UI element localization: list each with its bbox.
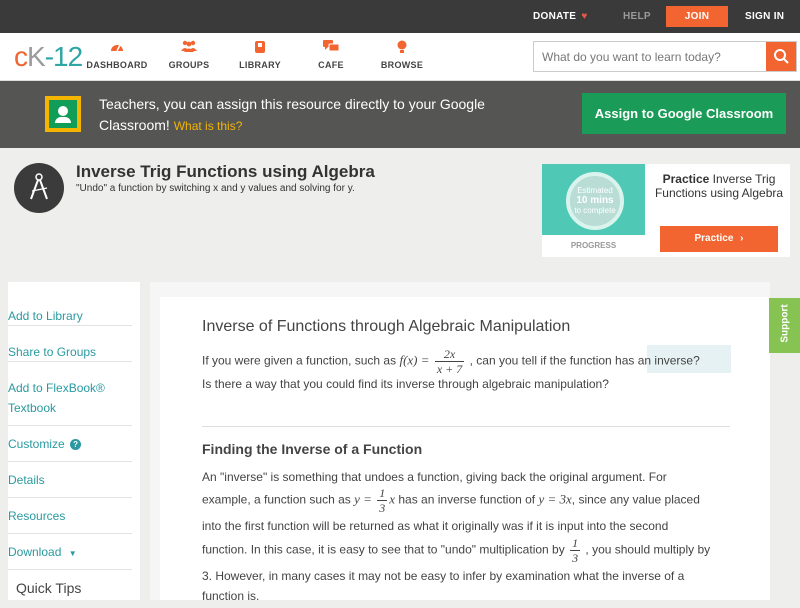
nav-cafe[interactable]: CAFE: [296, 40, 366, 70]
download-label: Download: [8, 545, 62, 559]
dashboard-icon: [82, 40, 152, 56]
google-classroom-icon: [45, 96, 81, 132]
sidebar-item-details[interactable]: Details: [8, 462, 132, 498]
para2-fraction: 13: [377, 486, 388, 515]
sidebar-item-add-to-library[interactable]: Add to Library: [8, 298, 132, 326]
estimated-mins: 10 mins: [576, 195, 614, 206]
help-question-icon[interactable]: ?: [70, 439, 82, 450]
content-subheading: Finding the Inverse of a Function: [202, 441, 423, 457]
intro-frac-num: 2x: [434, 347, 465, 362]
nav-groups-label: GROUPS: [168, 60, 210, 70]
to-complete-label: to complete: [574, 206, 616, 215]
para2-text-b: has an inverse function of: [398, 492, 536, 507]
nav-cafe-label: CAFE: [318, 60, 344, 70]
para4-frac-den: 3: [572, 551, 579, 565]
para-line-2: example, a function such as y = 13x has …: [202, 486, 742, 515]
para-line-6: function is.: [202, 589, 260, 603]
nav-dashboard[interactable]: DASHBOARD: [82, 40, 152, 70]
cafe-icon: [296, 40, 366, 56]
google-classroom-text: Teachers, you can assign this resource d…: [99, 96, 485, 133]
sidebar-item-add-to-flexbook[interactable]: Add to FlexBook® Textbook: [8, 372, 132, 426]
intro-fx: f(x) =: [399, 352, 430, 368]
google-classroom-message: Teachers, you can assign this resource d…: [99, 94, 519, 137]
practice-title: Practice Inverse Trig Functions using Al…: [652, 172, 786, 200]
divider: [202, 426, 730, 427]
intro-text-a: If you were given a function, such as: [202, 353, 397, 368]
concept-subtitle: "Undo" a function by switching x and y v…: [76, 183, 355, 194]
para2-x: x: [389, 491, 396, 507]
para4-fraction: 13: [570, 536, 581, 565]
customize-label: Customize: [8, 437, 65, 451]
sign-in-link[interactable]: SIGN IN: [745, 0, 784, 33]
assign-google-classroom-button[interactable]: Assign to Google Classroom: [582, 93, 786, 134]
sidebar-item-download[interactable]: Download ▼: [8, 534, 132, 570]
search-icon: [774, 49, 789, 64]
para2-y: y =: [354, 491, 372, 507]
quick-tips-heading: Quick Tips: [16, 580, 82, 596]
chevron-right-icon: ›: [740, 233, 744, 244]
join-button[interactable]: JOIN: [666, 6, 728, 27]
estimate-bubble: Estimated 10 mins to complete: [566, 172, 624, 230]
para2-frac-num: 1: [377, 486, 388, 501]
top-bar: DONATE ♥ HELP JOIN SIGN IN: [0, 0, 800, 33]
para4-text-b: , you should multiply by: [585, 542, 711, 557]
para2-inverse: y = 3x: [538, 491, 572, 507]
nav-dashboard-label: DASHBOARD: [86, 60, 148, 70]
para2-text-a: example, a function such as: [202, 492, 351, 507]
practice-title-bold: Practice: [662, 172, 710, 186]
donate-link[interactable]: DONATE ♥: [533, 0, 588, 33]
sidebar-item-customize[interactable]: Customize ?: [8, 426, 132, 462]
nav-browse-label: BROWSE: [380, 60, 424, 70]
nav-library[interactable]: LIBRARY: [225, 40, 295, 70]
para4-frac-num: 1: [570, 536, 581, 551]
nav-groups[interactable]: GROUPS: [154, 40, 224, 70]
heart-icon: ♥: [581, 11, 588, 22]
donate-label: DONATE: [533, 11, 577, 22]
para4-text-a: function. In this case, it is easy to se…: [202, 542, 565, 557]
compass-icon: [14, 163, 64, 213]
practice-button[interactable]: Practice ›: [660, 226, 778, 252]
concept-title: Inverse Trig Functions using Algebra: [76, 162, 375, 181]
progress-label: PROGRESS: [542, 235, 645, 257]
sidebar-item-resources[interactable]: Resources: [8, 498, 132, 534]
library-icon: [225, 40, 295, 56]
groups-icon: [154, 40, 224, 56]
nav-library-label: LIBRARY: [239, 60, 281, 70]
ck12-logo[interactable]: cK-12: [14, 41, 83, 73]
practice-progress-image: Estimated 10 mins to complete PROGRESS: [542, 164, 645, 257]
intro-line-2: Is there a way that you could find its i…: [202, 377, 609, 391]
logo-part-k: K: [27, 41, 46, 72]
support-tab[interactable]: Support: [769, 298, 800, 353]
logo-part-c: c: [14, 41, 28, 72]
logo-part-12: -12: [44, 41, 83, 72]
para2-text-c: , since any value placed: [571, 492, 700, 507]
support-label: Support: [779, 304, 791, 343]
para2-frac-den: 3: [379, 501, 386, 515]
practice-button-label: Practice: [694, 233, 734, 244]
nav-browse[interactable]: BROWSE: [367, 40, 437, 70]
search-box: [533, 41, 797, 72]
main-nav: cK-12 DASHBOARD GROUPS LIBRARY CAFE BROW…: [0, 33, 800, 81]
practice-card: Estimated 10 mins to complete PROGRESS P…: [542, 164, 790, 257]
sidebar-item-share-to-groups[interactable]: Share to Groups: [8, 334, 132, 362]
browse-icon: [367, 40, 437, 56]
para-line-4: function. In this case, it is easy to se…: [202, 536, 742, 565]
intro-text-b: , can you tell if the function has an in…: [469, 353, 700, 368]
search-button[interactable]: [766, 42, 796, 71]
help-link[interactable]: HELP: [623, 0, 651, 33]
para-line-3: into the first function will be returned…: [202, 519, 669, 533]
what-is-this-link[interactable]: What is this?: [174, 119, 243, 133]
caret-down-icon: ▼: [68, 549, 77, 558]
search-input[interactable]: [534, 42, 766, 71]
content-heading: Inverse of Functions through Algebraic M…: [202, 318, 571, 335]
